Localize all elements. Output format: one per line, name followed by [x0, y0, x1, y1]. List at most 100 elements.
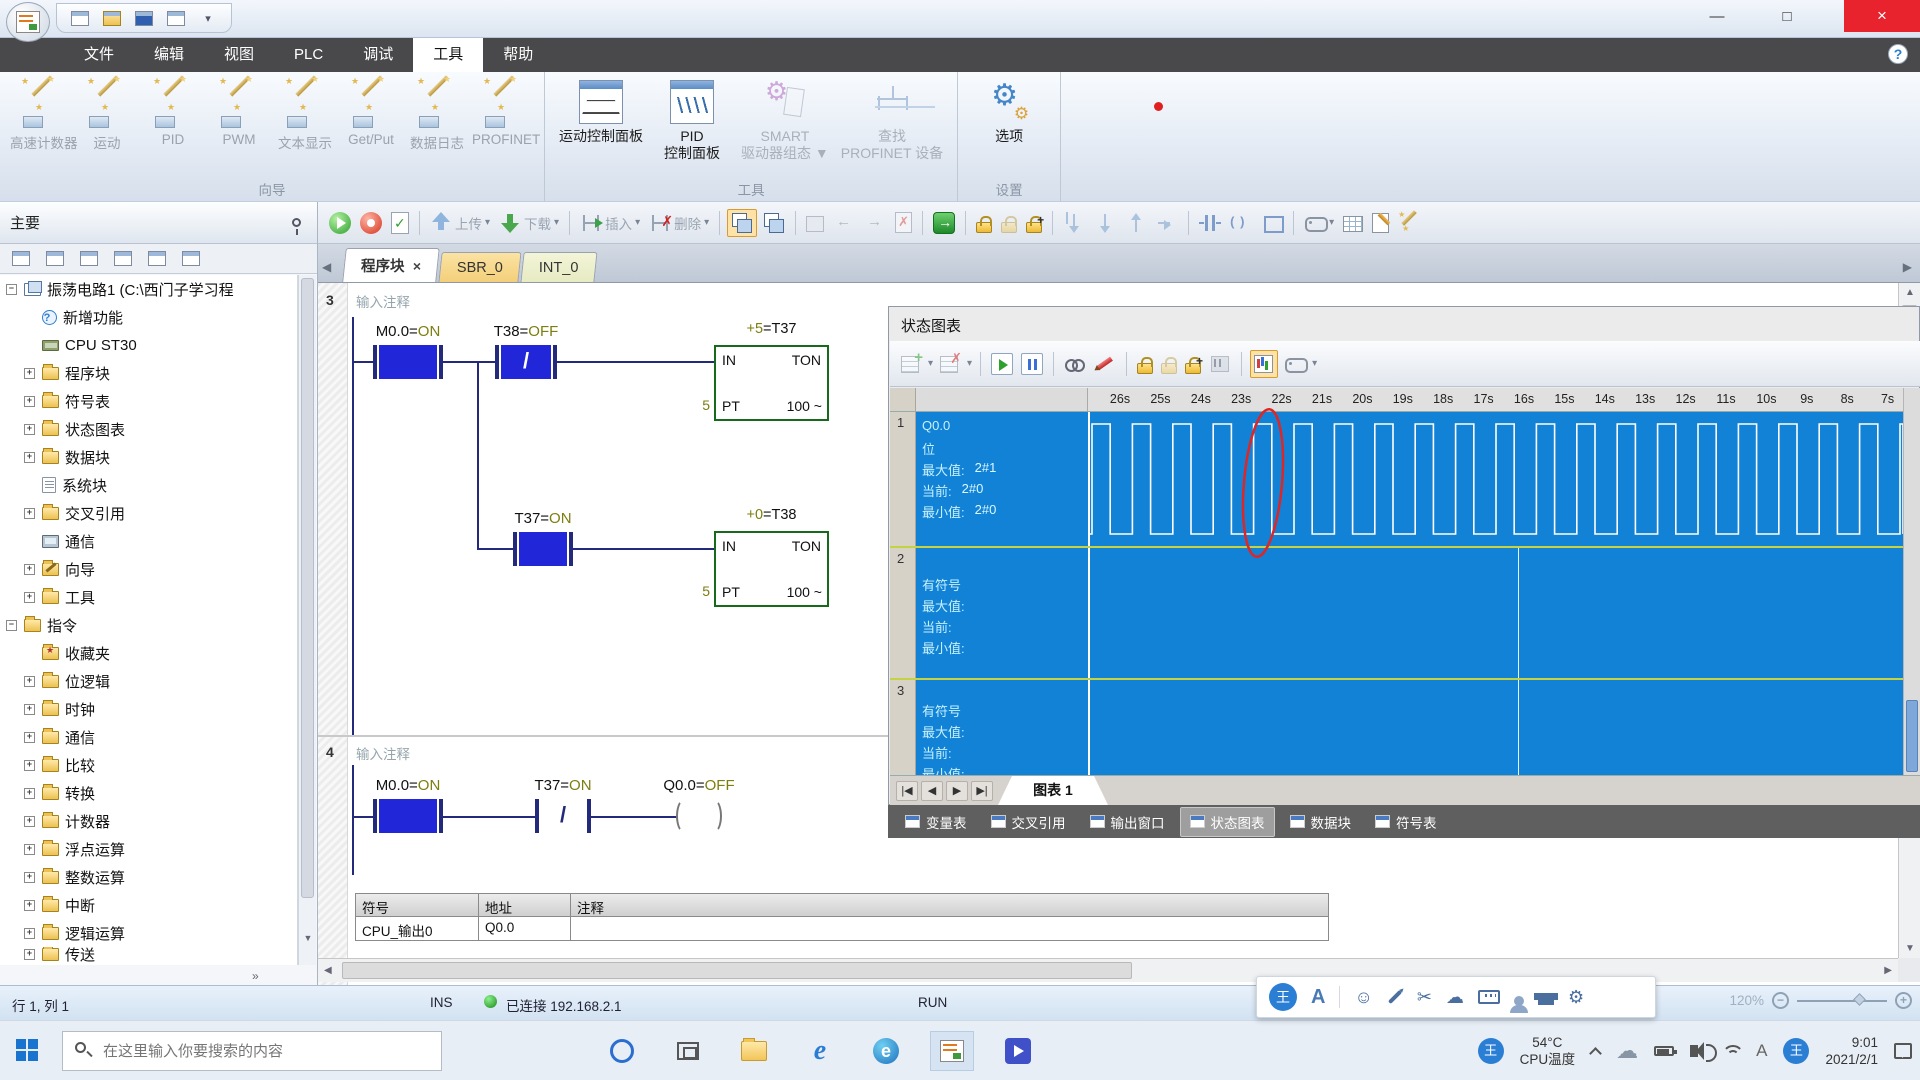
expand-icon[interactable]: +	[24, 788, 35, 799]
tree-item-交叉引用[interactable]: +交叉引用	[0, 499, 297, 527]
dock-tab-状态图表[interactable]: 状态图表	[1180, 807, 1275, 837]
search-box[interactable]	[62, 1031, 442, 1071]
person-icon[interactable]	[1514, 996, 1524, 1006]
dock-tab-交叉引用[interactable]: 交叉引用	[982, 808, 1075, 836]
contact-energized[interactable]	[379, 799, 437, 833]
coil-right-arc[interactable]	[706, 799, 722, 833]
expand-icon[interactable]: +	[24, 396, 35, 407]
collapse-icon[interactable]: −	[6, 620, 17, 631]
gear-icon[interactable]: ⚙	[1568, 987, 1584, 1007]
zoom-slider[interactable]	[1797, 1000, 1887, 1002]
ribbon-button-PROFINET[interactable]: PROFINET	[472, 76, 534, 147]
contact-label[interactable]: T37=ON	[517, 777, 609, 794]
timer-block-t38[interactable]: IN TON PT 100 ~	[714, 531, 829, 607]
nav-last-button[interactable]: ▶|	[971, 781, 993, 801]
toolbar-window-button[interactable]	[803, 211, 827, 234]
toolbar-opbox-button[interactable]	[1258, 210, 1286, 236]
expand-icon[interactable]: +	[24, 816, 35, 827]
tree-item-浮点运算[interactable]: +浮点运算	[0, 835, 297, 863]
taskbar-app-cortana[interactable]	[600, 1031, 644, 1071]
nav-first-button[interactable]: |◀	[896, 781, 918, 801]
tree-item-指令[interactable]: −指令	[0, 611, 297, 639]
chart-play-button[interactable]	[989, 351, 1015, 377]
network-comment[interactable]: 输入注释	[356, 743, 410, 763]
tab-INT_0[interactable]: INT_0	[520, 252, 597, 282]
menu-item-帮助[interactable]: 帮助	[483, 38, 553, 72]
expand-icon[interactable]: +	[24, 949, 35, 960]
qa-more-button[interactable]: ▾	[195, 6, 221, 30]
zoom-slider-thumb[interactable]	[1853, 993, 1866, 1006]
wang-ime-2-icon[interactable]: 王	[1783, 1038, 1809, 1064]
tree-item-整数运算[interactable]: +整数运算	[0, 863, 297, 891]
pen-icon[interactable]	[1388, 990, 1402, 1004]
tree-item-收藏夹[interactable]: +收藏夹	[0, 639, 297, 667]
toolbar-stop-button[interactable]	[357, 210, 385, 236]
dropdown-arrow-icon[interactable]: ▾	[1312, 358, 1317, 369]
chart-goggles-button[interactable]	[1062, 351, 1088, 377]
chart-lock-add-button[interactable]	[1183, 352, 1203, 376]
scroll-left-icon[interactable]: ◀	[324, 965, 332, 976]
menu-item-调试[interactable]: 调试	[343, 38, 413, 72]
qa-open-folder-button[interactable]	[99, 6, 125, 30]
col-address[interactable]: 地址	[479, 894, 571, 917]
menu-item-PLC[interactable]: PLC	[274, 38, 343, 72]
dock-tab-数据块[interactable]: 数据块	[1281, 808, 1361, 836]
wang-ime-icon[interactable]: 王	[1478, 1038, 1504, 1064]
expand-icon[interactable]: +	[24, 872, 35, 883]
expand-icon[interactable]: +	[24, 760, 35, 771]
taskbar-app-task-view[interactable]	[666, 1031, 710, 1071]
ribbon-button-选项[interactable]: 选项	[966, 76, 1052, 147]
symbol-table-row[interactable]: CPU_输出0 Q0.0	[356, 917, 1328, 940]
contact-energized[interactable]	[519, 532, 567, 566]
app-menu-button[interactable]	[6, 2, 50, 42]
dropdown-arrow-icon[interactable]: ▾	[928, 358, 933, 369]
cell-comment[interactable]	[571, 917, 1328, 940]
tree-item-工具[interactable]: +工具	[0, 583, 297, 611]
zoom-in-button[interactable]: +	[1895, 992, 1912, 1009]
tree-item-中断[interactable]: +中断	[0, 891, 297, 919]
tabs-scroll-right-icon[interactable]: ▶	[1903, 260, 1912, 274]
tree-item-逻辑运算[interactable]: +逻辑运算	[0, 919, 297, 947]
chart-row-2[interactable]: 2有符号最大值:当前:最小值:	[890, 548, 1903, 678]
notifications-icon[interactable]	[1894, 1043, 1912, 1059]
tree-item-时钟[interactable]: +时钟	[0, 695, 297, 723]
qa-new-doc-button[interactable]	[67, 6, 93, 30]
nav-prev-button[interactable]: ◀	[921, 781, 943, 801]
tree-item-符号表[interactable]: +符号表	[0, 387, 297, 415]
toolbar-compile-button[interactable]	[388, 210, 412, 236]
panel-split-view-button[interactable]	[144, 247, 170, 271]
taskbar-clock[interactable]: 9:012021/2/1	[1825, 1034, 1878, 1068]
dock-tab-符号表[interactable]: 符号表	[1366, 808, 1446, 836]
ribbon-button-高速计数器[interactable]: 高速计数器	[10, 76, 72, 152]
contact-label[interactable]: M0.0=ON	[362, 777, 454, 794]
tree-item-系统块[interactable]: +系统块	[0, 471, 297, 499]
dropdown-arrow-icon[interactable]: ▾	[967, 358, 972, 369]
col-symbol[interactable]: 符号	[356, 894, 479, 917]
ribbon-button-SMART[interactable]: SMART驱动器组态 ▼	[735, 76, 835, 164]
toolbar-undo-button[interactable]	[830, 210, 858, 236]
taskbar-app-movies-tv[interactable]	[996, 1031, 1040, 1071]
ribbon-button-运动控制面板[interactable]: 运动控制面板	[553, 76, 649, 147]
ribbon-button-运动[interactable]: 运动	[76, 76, 138, 152]
letter-a-icon[interactable]: A	[1311, 986, 1325, 1008]
coil-label[interactable]: Q0.0=OFF	[653, 777, 745, 794]
chart-lock-off-button[interactable]	[1159, 352, 1179, 376]
editor-hscrollbar[interactable]: ◀ ▶	[318, 958, 1898, 982]
toolbar-lock-off-button[interactable]	[998, 211, 1020, 235]
toolbar-download-button[interactable]: 下载▾	[496, 210, 562, 236]
toolbar-tag-button[interactable]: ▾	[1301, 210, 1337, 236]
toolbar-coil-button[interactable]	[1227, 210, 1255, 236]
toolbar-delete-button[interactable]: 删除▾	[646, 210, 712, 236]
chart-vscrollbar[interactable]	[1903, 388, 1920, 775]
close-tab-icon[interactable]: ×	[412, 258, 420, 274]
ribbon-button-PID[interactable]: PID控制面板	[649, 76, 735, 164]
tree-item-CPU ST30[interactable]: +CPU ST30	[0, 331, 297, 359]
ime-a-icon[interactable]: A	[1756, 1041, 1767, 1061]
taskbar-app-file-explorer[interactable]	[732, 1031, 776, 1071]
chart-tag-button[interactable]	[1282, 351, 1308, 377]
ribbon-button-PID[interactable]: PID	[142, 76, 204, 147]
toolbar-run-button[interactable]	[326, 210, 354, 236]
coil-left-arc[interactable]	[676, 799, 692, 833]
tree-item-转换[interactable]: +转换	[0, 779, 297, 807]
chart-pause-button[interactable]	[1019, 351, 1045, 377]
